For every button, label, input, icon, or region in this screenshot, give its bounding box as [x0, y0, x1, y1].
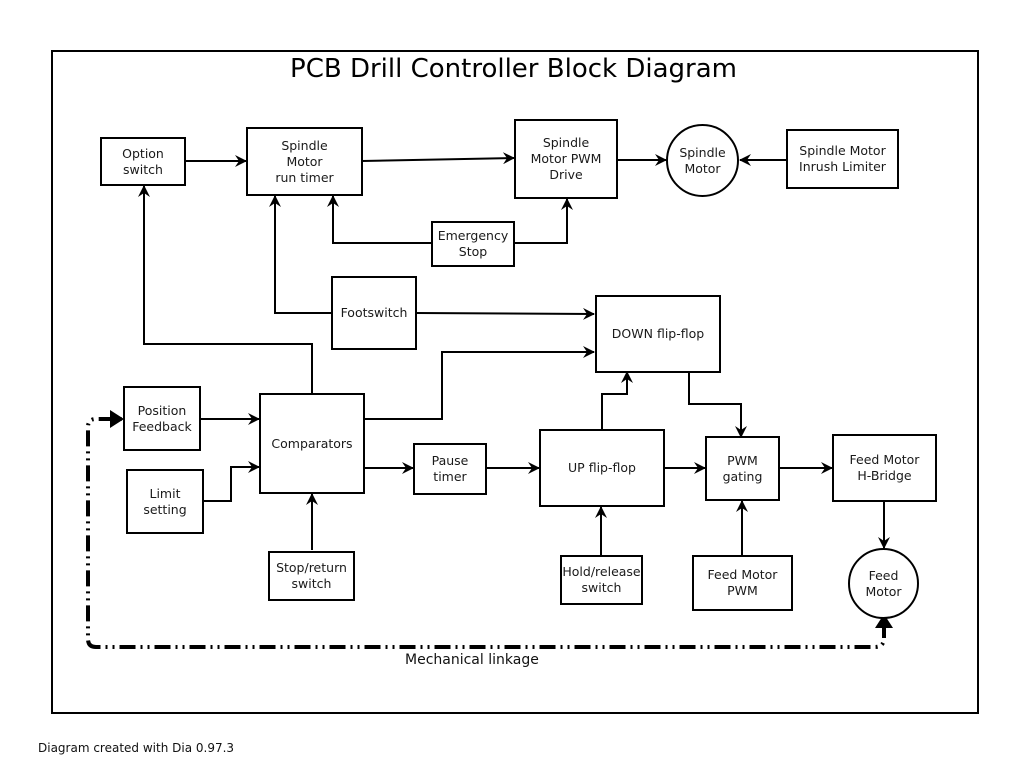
block-option-switch: Option switch	[100, 137, 186, 186]
block-comparators: Comparators	[259, 393, 365, 494]
block-hold-release-switch: Hold/release switch	[560, 555, 643, 605]
block-spindle-motor: Spindle Motor	[666, 124, 739, 197]
block-inrush-limiter: Spindle Motor Inrush Limiter	[786, 129, 899, 189]
block-position-feedback: Position Feedback	[123, 386, 201, 451]
block-emergency-stop: Emergency Stop	[431, 221, 515, 267]
block-pwm-gating: PWM gating	[705, 436, 780, 501]
block-feed-hbridge: Feed Motor H-Bridge	[832, 434, 937, 502]
block-up-flipflop: UP flip-flop	[539, 429, 665, 507]
block-footswitch: Footswitch	[331, 276, 417, 350]
mechanical-linkage-label: Mechanical linkage	[405, 652, 539, 668]
block-feed-motor-pwm: Feed Motor PWM	[692, 555, 793, 611]
block-down-flipflop: DOWN flip-flop	[595, 295, 721, 373]
footer-credit: Diagram created with Dia 0.97.3	[38, 741, 235, 755]
block-spindle-pwm-drive: Spindle Motor PWM Drive	[514, 119, 618, 199]
block-feed-motor: Feed Motor	[848, 548, 919, 619]
block-limit-setting: Limit setting	[126, 469, 204, 534]
block-pause-timer: Pause timer	[413, 443, 487, 495]
diagram-title: PCB Drill Controller Block Diagram	[290, 54, 737, 84]
block-spindle-run-timer: Spindle Motor run timer	[246, 127, 363, 196]
block-stop-return-switch: Stop/return switch	[268, 551, 355, 601]
